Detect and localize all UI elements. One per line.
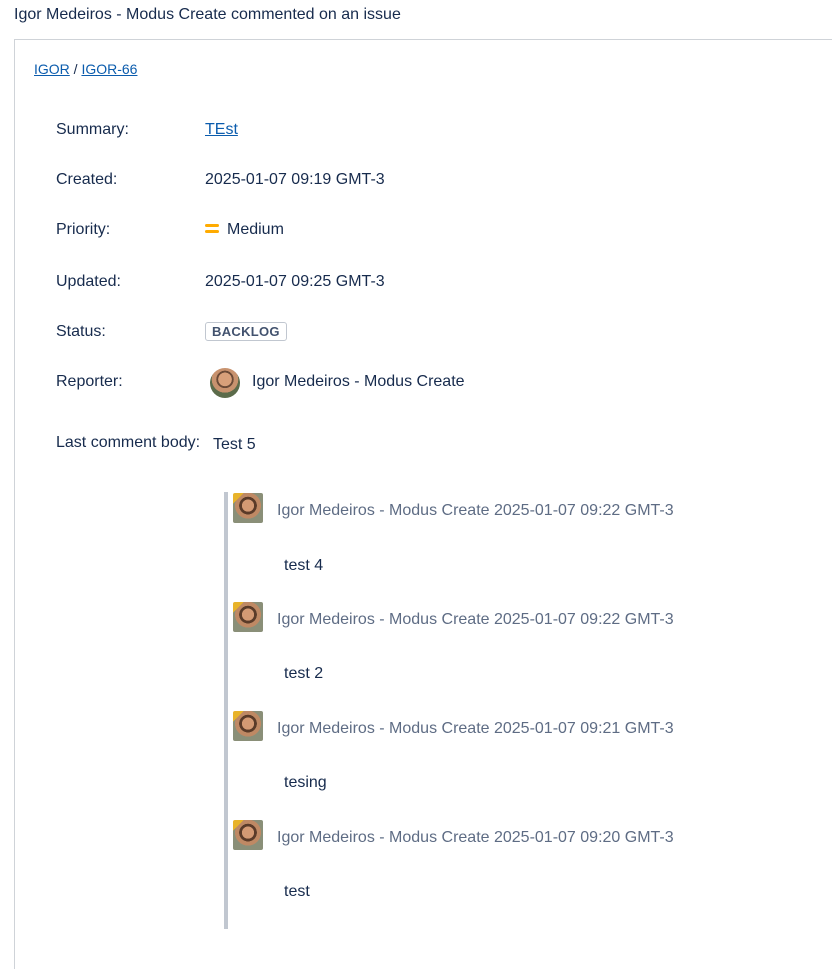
reporter-name: Igor Medeiros - Modus Create [252, 373, 465, 390]
created-value: 2025-01-07 09:19 GMT-3 [205, 171, 385, 188]
comment-avatar [233, 493, 263, 523]
comment-meta: Igor Medeiros - Modus Create 2025-01-07 … [277, 829, 674, 847]
comment-meta: Igor Medeiros - Modus Create 2025-01-07 … [277, 611, 674, 629]
comment-avatar [233, 602, 263, 632]
last-comment-label: Last comment body: [56, 434, 201, 451]
priority-text: Medium [227, 221, 284, 238]
priority-medium-icon [205, 223, 219, 234]
comment-author: Igor Medeiros - Modus Create [277, 611, 490, 628]
comment-timestamp: 2025-01-07 09:22 GMT-3 [493, 611, 674, 628]
created-label: Created: [56, 171, 118, 188]
status-badge: BACKLOG [205, 322, 287, 341]
priority-value: Medium [205, 221, 284, 239]
updated-label: Updated: [56, 273, 121, 290]
comment-avatar [233, 711, 263, 741]
comment-meta: Igor Medeiros - Modus Create 2025-01-07 … [277, 502, 674, 520]
notification-heading: Igor Medeiros - Modus Create commented o… [14, 6, 401, 23]
status-label: Status: [56, 323, 106, 340]
comment-author: Igor Medeiros - Modus Create [277, 502, 490, 519]
reporter-avatar [210, 368, 240, 398]
summary-value: TEst [205, 121, 238, 139]
comment-text: tesing [284, 774, 327, 791]
comment-author: Igor Medeiros - Modus Create [277, 720, 490, 737]
issue-card: IGOR / IGOR-66 Summary: TEst Created: 20… [14, 39, 832, 969]
priority-label: Priority: [56, 221, 111, 238]
comment-timestamp: 2025-01-07 09:22 GMT-3 [493, 502, 674, 519]
breadcrumb: IGOR / IGOR-66 [34, 61, 137, 77]
comment-meta: Igor Medeiros - Modus Create 2025-01-07 … [277, 720, 674, 738]
status-value: BACKLOG [205, 322, 287, 341]
summary-link[interactable]: TEst [205, 121, 238, 138]
summary-label: Summary: [56, 121, 129, 138]
comment-author: Igor Medeiros - Modus Create [277, 829, 490, 846]
comment-text: test 2 [284, 665, 324, 682]
breadcrumb-issue-link[interactable]: IGOR-66 [81, 61, 137, 77]
breadcrumb-project-link[interactable]: IGOR [34, 61, 70, 77]
comment-timestamp: 2025-01-07 09:20 GMT-3 [493, 829, 674, 846]
breadcrumb-separator: / [73, 61, 78, 77]
comment-thread: Igor Medeiros - Modus Create 2025-01-07 … [224, 492, 748, 929]
reporter-label: Reporter: [56, 373, 123, 390]
comment-avatar [233, 820, 263, 850]
comment-text: test [284, 883, 310, 900]
last-comment-body: Test 5 [213, 436, 256, 453]
updated-value: 2025-01-07 09:25 GMT-3 [205, 273, 385, 290]
comment-timestamp: 2025-01-07 09:21 GMT-3 [493, 720, 674, 737]
comment-text: test 4 [284, 557, 324, 574]
